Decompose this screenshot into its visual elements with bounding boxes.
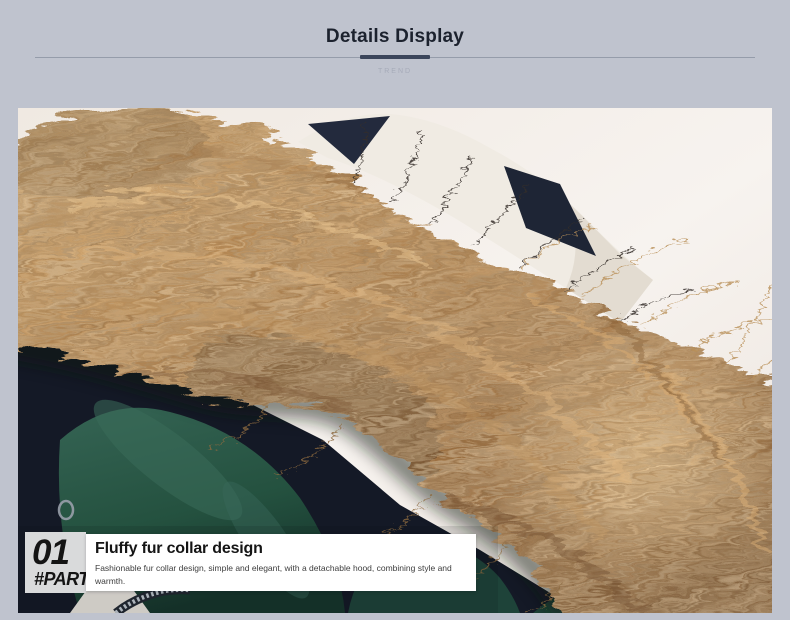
divider-accent-bar [360,55,430,59]
caption-description: Fashionable fur collar design, simple an… [95,562,466,588]
caption-box: Fluffy fur collar design Fashionable fur… [86,534,476,591]
part-badge: 01 #PART [25,532,86,593]
section-header: Details Display TREND [0,0,790,75]
part-number: 01 [25,537,86,569]
section-title: Details Display [0,26,790,49]
product-photo: 01 #PART Fluffy fur collar design Fashio… [18,108,772,613]
part-label: #PART [25,570,86,588]
tagline: TREND [0,68,790,75]
photo-caption: 01 #PART Fluffy fur collar design Fashio… [25,532,476,593]
divider [35,55,755,61]
caption-title: Fluffy fur collar design [95,540,466,558]
